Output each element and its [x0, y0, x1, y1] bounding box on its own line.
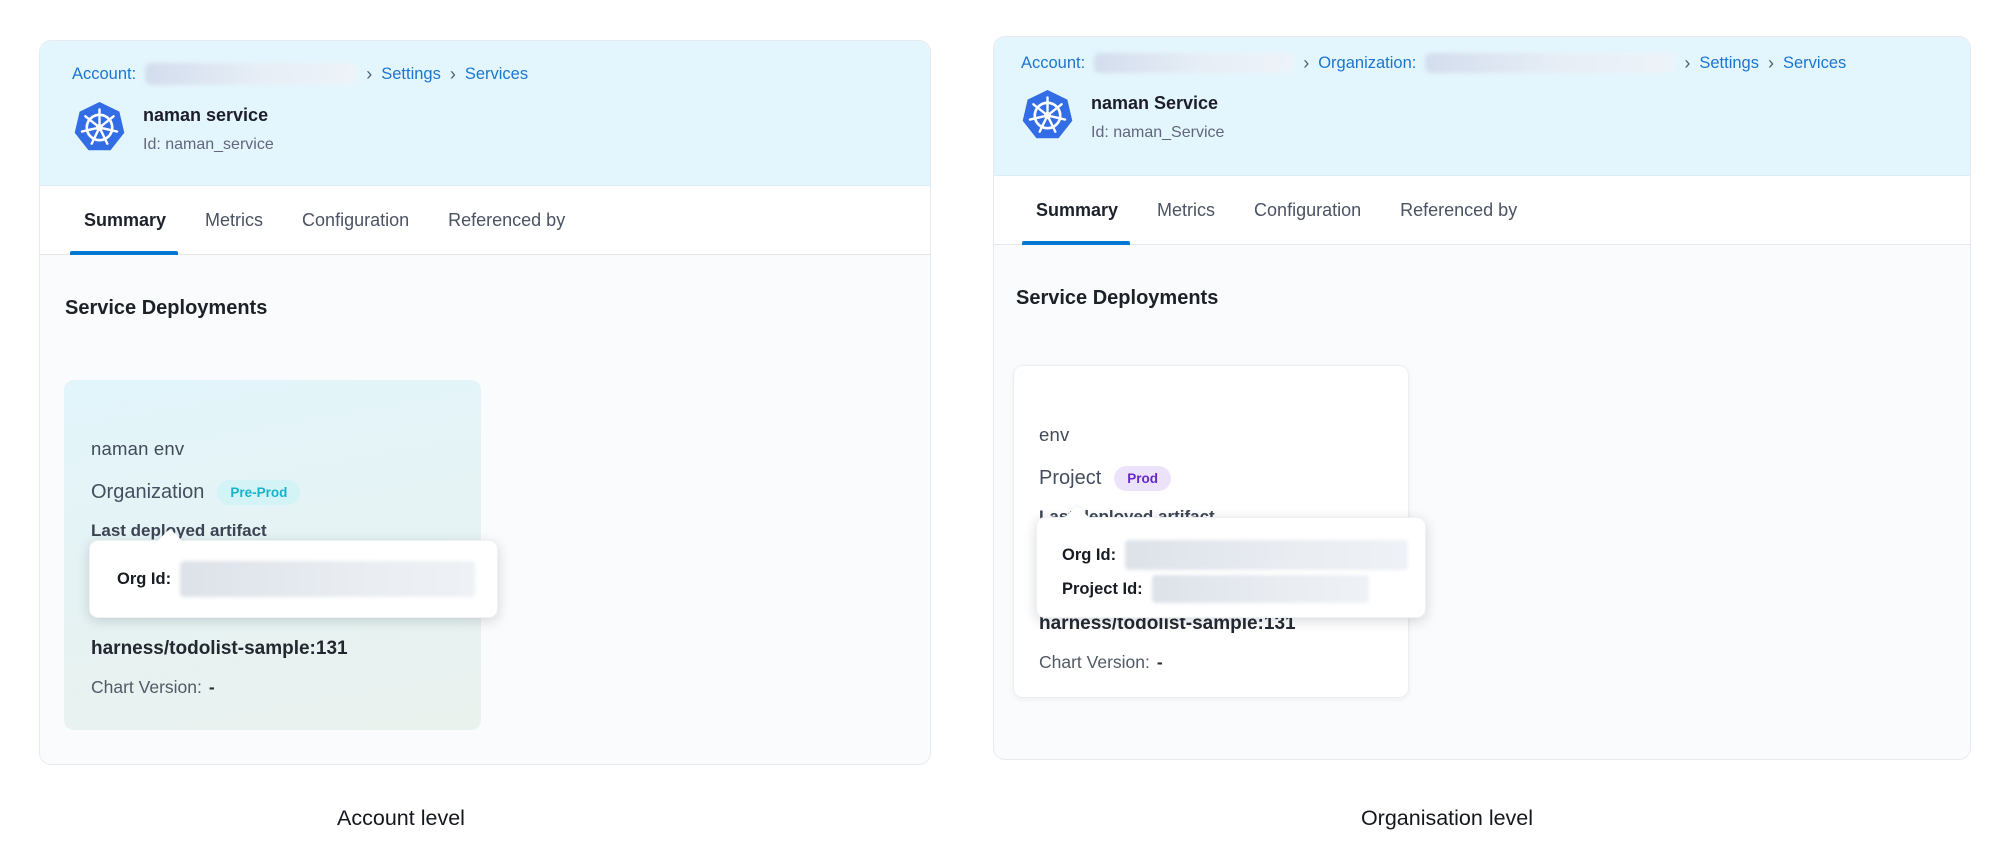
account-id-redacted [145, 63, 357, 85]
section-title: Service Deployments [1016, 287, 1218, 310]
org-id-label: Org Id: [117, 570, 171, 589]
scope-label: Organization [91, 481, 204, 504]
chart-version-row: Chart Version:- [1039, 652, 1163, 673]
panel-header: Account: › Settings › Services [40, 41, 930, 186]
org-id-label: Org Id: [1062, 546, 1116, 565]
tab-referenced-by[interactable]: Referenced by [448, 186, 565, 254]
breadcrumb-separator: › [1768, 55, 1774, 71]
breadcrumb-separator: › [1303, 55, 1309, 71]
tab-configuration[interactable]: Configuration [302, 186, 409, 254]
scope-label: Project [1039, 467, 1101, 490]
caption-account-level: Account level [316, 806, 486, 831]
scope-tooltip: Org Id: Project Id: [1036, 517, 1426, 618]
breadcrumb-settings-link[interactable]: Settings [381, 65, 441, 84]
service-name: naman service [143, 105, 274, 126]
chart-version-label: Chart Version: [91, 677, 202, 697]
project-id-redacted [1152, 575, 1369, 603]
breadcrumb-account-link[interactable]: Account: [1021, 54, 1085, 73]
artifact-name: harness/todolist-sample:131 [91, 638, 348, 660]
tab-bar: Summary Metrics Configuration Referenced… [40, 186, 930, 255]
org-id-redacted [1125, 540, 1408, 570]
panel-account-level: Account: › Settings › Services [39, 40, 931, 765]
breadcrumb-organization-link[interactable]: Organization: [1318, 54, 1416, 73]
breadcrumb-services-link[interactable]: Services [1783, 54, 1846, 73]
chart-version-row: Chart Version:- [91, 677, 215, 698]
breadcrumb-separator: › [366, 66, 372, 82]
tab-metrics[interactable]: Metrics [1157, 176, 1215, 244]
tab-configuration[interactable]: Configuration [1254, 176, 1361, 244]
scope-tooltip: Org Id: [89, 540, 498, 618]
page: Account: › Settings › Services [0, 0, 2000, 865]
obscured-artifact-text: Last deployed artifact [91, 521, 481, 541]
breadcrumb: Account: › Settings › Services [72, 63, 930, 85]
service-id: Id: naman_Service [1091, 124, 1224, 142]
account-id-redacted [1094, 53, 1294, 73]
service-header: naman Service Id: naman_Service [1021, 89, 1970, 142]
panel-organisation-level: Account: › Organization: › Settings › Se… [993, 36, 1971, 760]
env-scope-row[interactable]: Organization Pre-Prod [91, 480, 481, 505]
tab-summary[interactable]: Summary [1036, 176, 1118, 244]
breadcrumb: Account: › Organization: › Settings › Se… [1021, 53, 1970, 73]
tab-bar: Summary Metrics Configuration Referenced… [994, 176, 1970, 245]
tab-summary[interactable]: Summary [84, 186, 166, 254]
service-id: Id: naman_service [143, 136, 274, 154]
breadcrumb-services-link[interactable]: Services [465, 65, 528, 84]
organization-id-redacted [1425, 53, 1675, 73]
kubernetes-icon [73, 101, 126, 154]
breadcrumb-settings-link[interactable]: Settings [1699, 54, 1759, 73]
org-id-redacted [180, 561, 475, 597]
project-id-label: Project Id: [1062, 580, 1143, 599]
tab-metrics[interactable]: Metrics [205, 186, 263, 254]
env-name: env [1039, 424, 1408, 446]
env-scope-row[interactable]: Project Prod [1039, 466, 1408, 491]
chart-version-label: Chart Version: [1039, 652, 1150, 672]
env-type-badge: Pre-Prod [217, 480, 300, 505]
breadcrumb-separator: › [1684, 55, 1690, 71]
breadcrumb-separator: › [450, 66, 456, 82]
service-name: naman Service [1091, 93, 1224, 114]
kubernetes-icon [1021, 89, 1074, 142]
service-header: naman service Id: naman_service [72, 101, 930, 154]
caption-organisation-level: Organisation level [1337, 806, 1557, 831]
section-title: Service Deployments [65, 297, 267, 320]
breadcrumb-account-link[interactable]: Account: [72, 65, 136, 84]
env-name: naman env [91, 438, 481, 460]
summary-content: Service Deployments env Project Prod Las… [994, 245, 1970, 759]
summary-content: Service Deployments naman env Organizati… [40, 255, 930, 764]
chart-version-value: - [1157, 652, 1163, 672]
chart-version-value: - [209, 677, 215, 697]
tab-referenced-by[interactable]: Referenced by [1400, 176, 1517, 244]
panel-header: Account: › Organization: › Settings › Se… [994, 37, 1970, 176]
env-type-badge: Prod [1114, 466, 1171, 491]
